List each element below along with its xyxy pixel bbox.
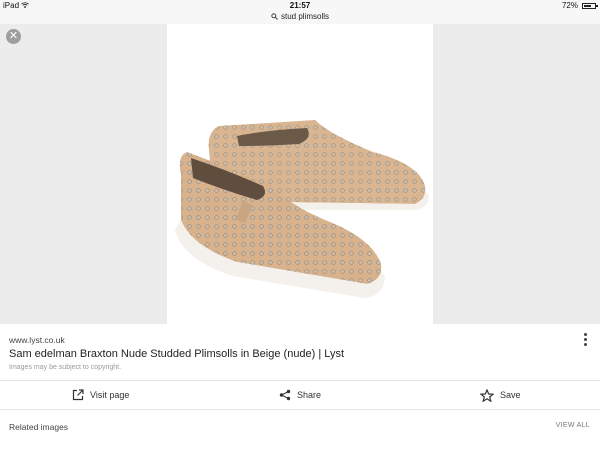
copyright-notice: Images may be subject to copyright. (9, 364, 122, 371)
product-image[interactable] (167, 24, 433, 324)
search-query: stud plimsolls (280, 12, 329, 21)
close-button[interactable]: ✕ (6, 29, 21, 44)
share-label: Share (297, 390, 322, 400)
open-external-icon (72, 389, 84, 401)
related-images-section: Related images VIEW ALL (0, 409, 600, 451)
battery-percent: 72% (561, 1, 578, 10)
more-vert-icon (584, 333, 587, 336)
result-domain[interactable]: www.lyst.co.uk (9, 335, 65, 345)
close-icon: ✕ (8, 30, 19, 42)
view-all-link[interactable]: VIEW ALL (556, 422, 590, 429)
related-images-heading: Related images (9, 422, 69, 432)
visit-page-button[interactable]: Visit page (72, 381, 129, 409)
star-icon (480, 388, 494, 402)
result-info: www.lyst.co.uk Sam edelman Braxton Nude … (0, 324, 600, 380)
save-label: Save (500, 390, 521, 400)
result-title[interactable]: Sam edelman Braxton Nude Studded Plimsol… (9, 348, 344, 360)
visit-page-label: Visit page (90, 390, 130, 400)
action-bar: Visit page Share Save (0, 380, 600, 409)
search-icon (271, 13, 278, 21)
status-bar: iPad 21:57 72% (0, 0, 600, 12)
share-button[interactable]: Share (279, 381, 321, 409)
battery-icon (582, 3, 598, 9)
share-icon (279, 389, 291, 401)
more-options-button[interactable] (584, 333, 588, 348)
plimsolls-image (175, 120, 429, 298)
status-time: 21:57 (289, 1, 311, 10)
save-button[interactable]: Save (480, 381, 521, 409)
